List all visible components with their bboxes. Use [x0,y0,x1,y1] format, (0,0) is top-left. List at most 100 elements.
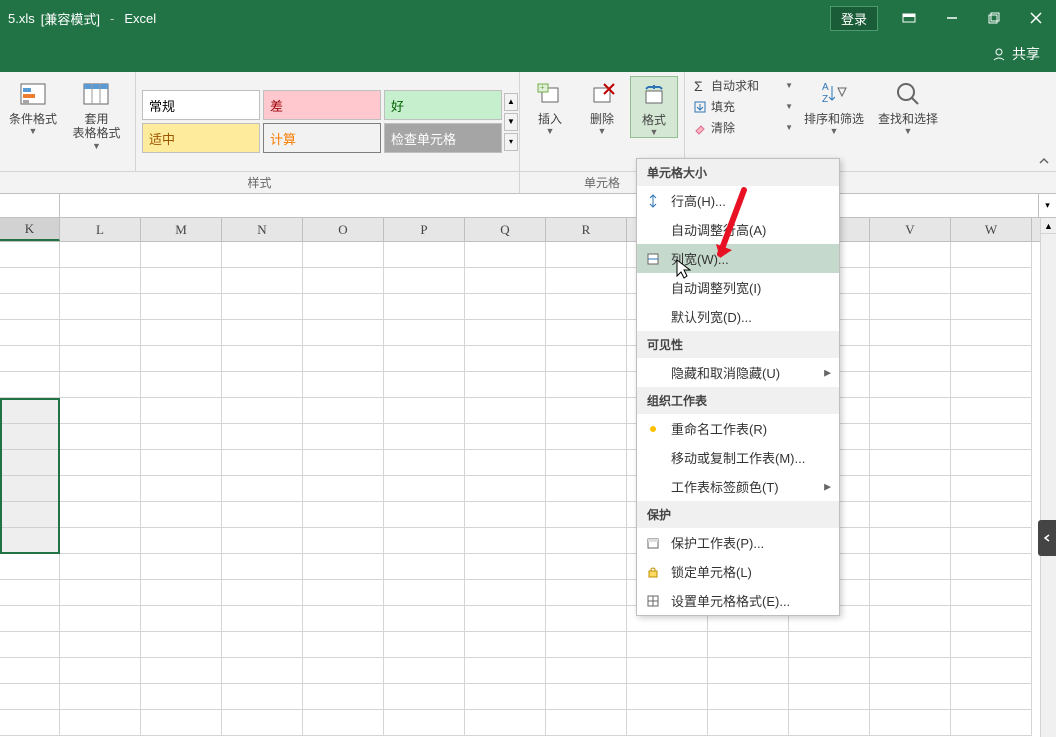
menu-autofit-col[interactable]: 自动调整列宽(I) [637,273,839,302]
cell[interactable] [141,476,222,502]
cell[interactable] [870,242,951,268]
cell[interactable] [546,632,627,658]
cell[interactable] [303,580,384,606]
cell[interactable] [708,684,789,710]
cell[interactable] [951,632,1032,658]
cell[interactable] [465,398,546,424]
cell[interactable] [303,424,384,450]
menu-column-width[interactable]: 列宽(W)... [637,244,839,273]
formula-input[interactable] [60,194,1038,217]
cell[interactable] [951,450,1032,476]
cell[interactable] [951,502,1032,528]
cell[interactable] [384,684,465,710]
cell[interactable] [951,268,1032,294]
menu-autofit-row[interactable]: 自动调整行高(A) [637,215,839,244]
cell[interactable] [303,450,384,476]
format-button[interactable]: 格式 ▼ [630,76,678,138]
cell[interactable] [60,606,141,632]
cell[interactable] [789,710,870,736]
menu-format-cells[interactable]: 设置单元格格式(E)... [637,586,839,615]
side-panel-tab[interactable] [1038,520,1056,556]
cell[interactable] [870,294,951,320]
styles-more[interactable]: ▾ [504,133,518,151]
cell[interactable] [222,346,303,372]
cell[interactable] [141,398,222,424]
cell[interactable] [384,710,465,736]
cell[interactable] [870,268,951,294]
cell[interactable] [789,684,870,710]
cell[interactable] [870,502,951,528]
cell[interactable] [141,320,222,346]
close-icon[interactable] [1024,8,1048,28]
maximize-icon[interactable] [982,8,1006,28]
column-header[interactable]: L [60,218,141,241]
share-button[interactable]: 共享 [992,44,1040,64]
cell[interactable] [60,476,141,502]
cell[interactable] [303,684,384,710]
cell[interactable] [708,632,789,658]
cell[interactable] [0,242,60,268]
cell[interactable] [0,372,60,398]
cell[interactable] [708,658,789,684]
cell[interactable] [222,554,303,580]
column-header[interactable]: O [303,218,384,241]
cell[interactable] [546,580,627,606]
cell[interactable] [384,658,465,684]
cell[interactable] [546,372,627,398]
cell[interactable] [951,242,1032,268]
cell[interactable] [60,684,141,710]
conditional-format-button[interactable]: 条件格式 ▼ [6,76,60,136]
column-header[interactable]: N [222,218,303,241]
cell[interactable] [546,528,627,554]
cell[interactable] [222,658,303,684]
autosum-button[interactable]: Σ 自动求和 ▼ [691,76,795,95]
cell[interactable] [222,476,303,502]
fill-button[interactable]: 填充 ▼ [691,97,795,116]
style-check[interactable]: 检查单元格 [384,123,502,153]
cell[interactable] [384,346,465,372]
cell[interactable] [141,528,222,554]
cell[interactable] [951,528,1032,554]
sort-filter-button[interactable]: AZ 排序和筛选 ▼ [799,76,869,136]
column-header[interactable]: K [0,218,60,241]
cell[interactable] [303,398,384,424]
cell[interactable] [546,606,627,632]
cell[interactable] [870,372,951,398]
style-neutral[interactable]: 适中 [142,123,260,153]
find-select-button[interactable]: 查找和选择 ▼ [873,76,943,136]
cell[interactable] [951,476,1032,502]
cell[interactable] [951,346,1032,372]
cell[interactable] [303,632,384,658]
cell[interactable] [222,580,303,606]
cell[interactable] [384,268,465,294]
cell[interactable] [222,450,303,476]
cell[interactable] [303,242,384,268]
menu-protect-sheet[interactable]: 保护工作表(P)... [637,528,839,557]
cell[interactable] [141,450,222,476]
cell[interactable] [870,476,951,502]
cell[interactable] [60,372,141,398]
cell[interactable] [465,268,546,294]
column-header[interactable]: R [546,218,627,241]
cell[interactable] [141,580,222,606]
cell[interactable] [951,554,1032,580]
cell[interactable] [141,424,222,450]
cell[interactable] [384,502,465,528]
cell[interactable] [141,554,222,580]
cell[interactable] [141,242,222,268]
cell[interactable] [870,632,951,658]
cell[interactable] [465,684,546,710]
cell[interactable] [870,684,951,710]
cell[interactable] [60,398,141,424]
style-normal[interactable]: 常规 [142,90,260,120]
cell[interactable] [141,346,222,372]
cell[interactable] [222,424,303,450]
table-format-button[interactable]: 套用 表格格式 ▼ [64,76,129,151]
cell-styles-gallery[interactable]: 常规 差 好 适中 计算 检查单元格 [142,90,502,153]
cell[interactable] [222,632,303,658]
menu-rename-sheet[interactable]: 重命名工作表(R) [637,414,839,443]
cell[interactable] [465,710,546,736]
cell[interactable] [546,476,627,502]
column-header[interactable]: W [951,218,1032,241]
cell[interactable] [870,528,951,554]
